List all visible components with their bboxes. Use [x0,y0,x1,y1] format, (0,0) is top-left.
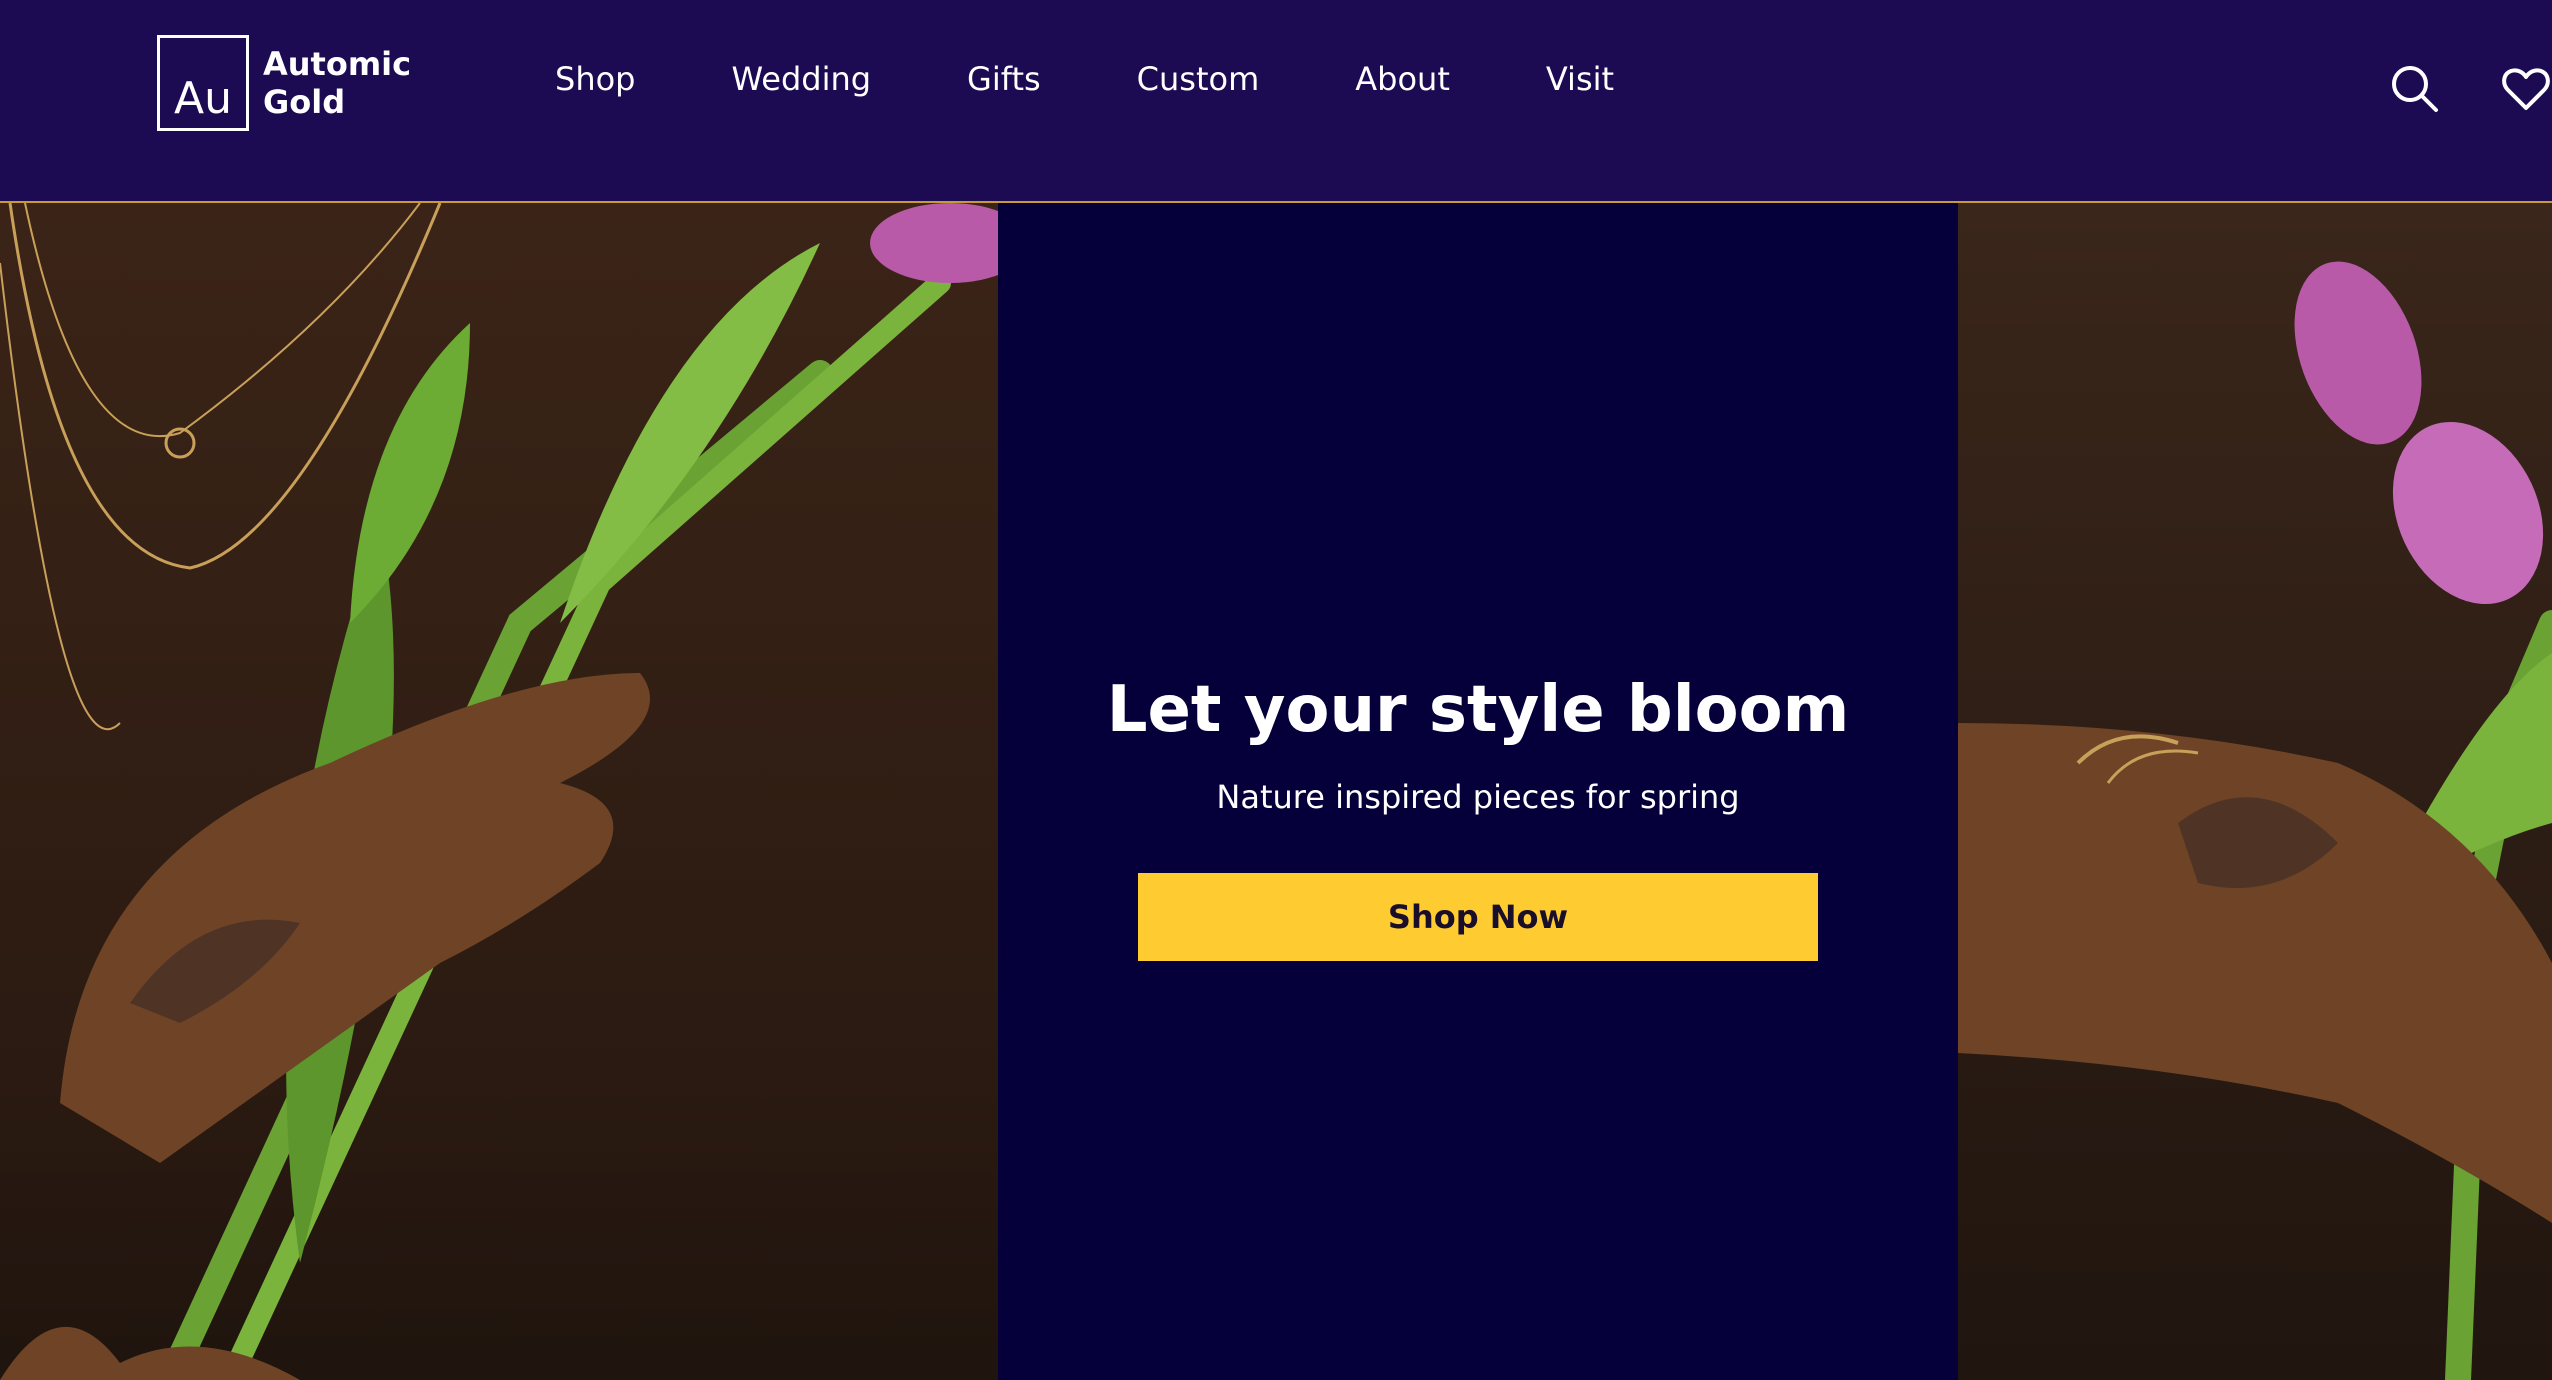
nav-visit[interactable]: Visit [1546,60,1614,98]
hero-photo-right [1958,203,2552,1380]
main-nav: Shop Wedding Gifts Custom About Visit [555,60,1710,98]
nav-custom[interactable]: Custom [1137,60,1260,98]
tulips-bracelet-photo [1958,261,2552,1380]
tulips-necklaces-photo [0,203,998,1380]
nav-shop[interactable]: Shop [555,60,635,98]
shop-now-button[interactable]: Shop Now [1138,873,1818,961]
hero-promo-panel: Let your style bloom Nature inspired pie… [998,203,1958,1380]
hero-photo-left [0,203,998,1380]
hero-subline: Nature inspired pieces for spring [1216,778,1740,816]
site-header: Au Automic Gold Shop Wedding Gifts Custo… [0,0,2552,203]
logo-line-2: Gold [263,83,346,121]
nav-about[interactable]: About [1355,60,1450,98]
nav-gifts[interactable]: Gifts [967,60,1041,98]
logo-mark: Au [157,35,249,131]
nav-wedding[interactable]: Wedding [731,60,871,98]
header-icons [2388,62,2552,114]
logo-line-1: Automic [263,45,412,83]
search-icon[interactable] [2388,62,2440,114]
logo-wordmark: Automic Gold [263,45,411,121]
brand-logo[interactable]: Au Automic Gold [157,35,411,131]
hero-section: Let your style bloom Nature inspired pie… [0,203,2552,1380]
heart-icon[interactable] [2500,62,2552,114]
hero-headline: Let your style bloom [1106,673,1850,747]
